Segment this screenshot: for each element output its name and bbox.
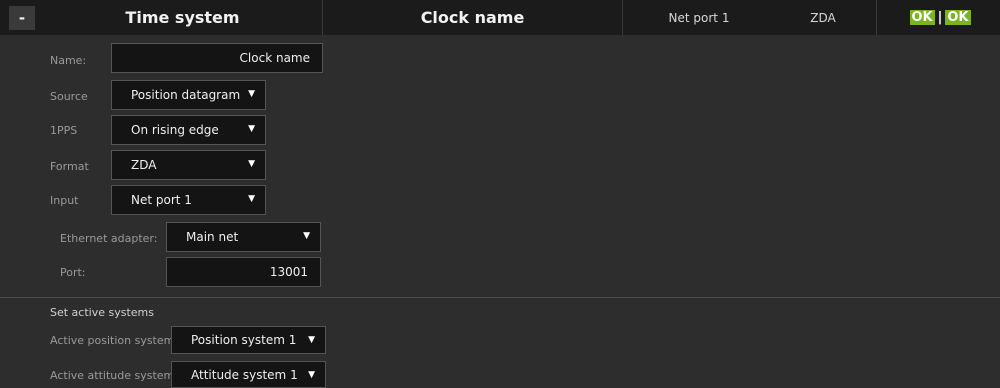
header-divider [622, 0, 623, 35]
ethernet-adapter-select[interactable]: Main net ▼ [166, 222, 321, 252]
input-label: Input [50, 194, 79, 207]
caret-down-icon: ▼ [248, 89, 255, 99]
status-ok-badge: OK [945, 10, 971, 25]
name-input[interactable]: Clock name [111, 43, 323, 73]
caret-down-icon: ▼ [248, 124, 255, 134]
pps-label: 1PPS [50, 124, 78, 137]
section-divider [0, 297, 1000, 298]
header-divider [876, 0, 877, 35]
active-attitude-value: Attitude system 1 [191, 367, 298, 382]
port-label: Port: [60, 266, 86, 279]
status-separator: | [937, 10, 943, 25]
ethernet-adapter-value: Main net [186, 230, 239, 244]
header-divider [322, 0, 323, 35]
caret-down-icon: ▼ [248, 159, 255, 169]
active-position-select[interactable]: Position system 1 ▼ [171, 326, 326, 354]
active-systems-title: Set active systems [50, 306, 154, 319]
format-label: Format [50, 160, 89, 173]
header-input: Net port 1 [668, 10, 730, 25]
active-position-label: Active position system [50, 334, 175, 347]
time-system-header: - Time system Clock name Net port 1 ZDA … [0, 0, 1000, 35]
pps-value: On rising edge [131, 123, 219, 137]
name-label: Name: [50, 54, 87, 67]
caret-down-icon: ▼ [303, 231, 310, 241]
ethernet-adapter-label: Ethernet adapter: [60, 232, 158, 245]
active-position-value: Position system 1 [191, 333, 297, 347]
input-value: Net port 1 [131, 193, 192, 207]
format-select[interactable]: ZDA ▼ [111, 150, 266, 180]
source-select[interactable]: Position datagram ▼ [111, 80, 266, 110]
header-clock-name: Clock name [420, 8, 525, 27]
caret-down-icon: ▼ [308, 335, 315, 345]
active-attitude-select[interactable]: Attitude system 1 ▼ [171, 361, 326, 388]
status-indicator: OK | OK [905, 0, 975, 35]
source-label: Source [50, 90, 88, 103]
input-select[interactable]: Net port 1 ▼ [111, 185, 266, 215]
caret-down-icon: ▼ [308, 370, 315, 380]
active-attitude-label: Active attitude system [50, 369, 175, 382]
status-ok-badge: OK [909, 10, 935, 25]
collapse-button[interactable]: - [9, 6, 35, 30]
header-format: ZDA [810, 10, 836, 25]
panel-title: Time system [125, 8, 240, 27]
pps-select[interactable]: On rising edge ▼ [111, 115, 266, 145]
port-input[interactable]: 13001 [166, 257, 321, 287]
source-value: Position datagram [131, 88, 241, 102]
format-value: ZDA [131, 158, 157, 172]
caret-down-icon: ▼ [248, 194, 255, 204]
